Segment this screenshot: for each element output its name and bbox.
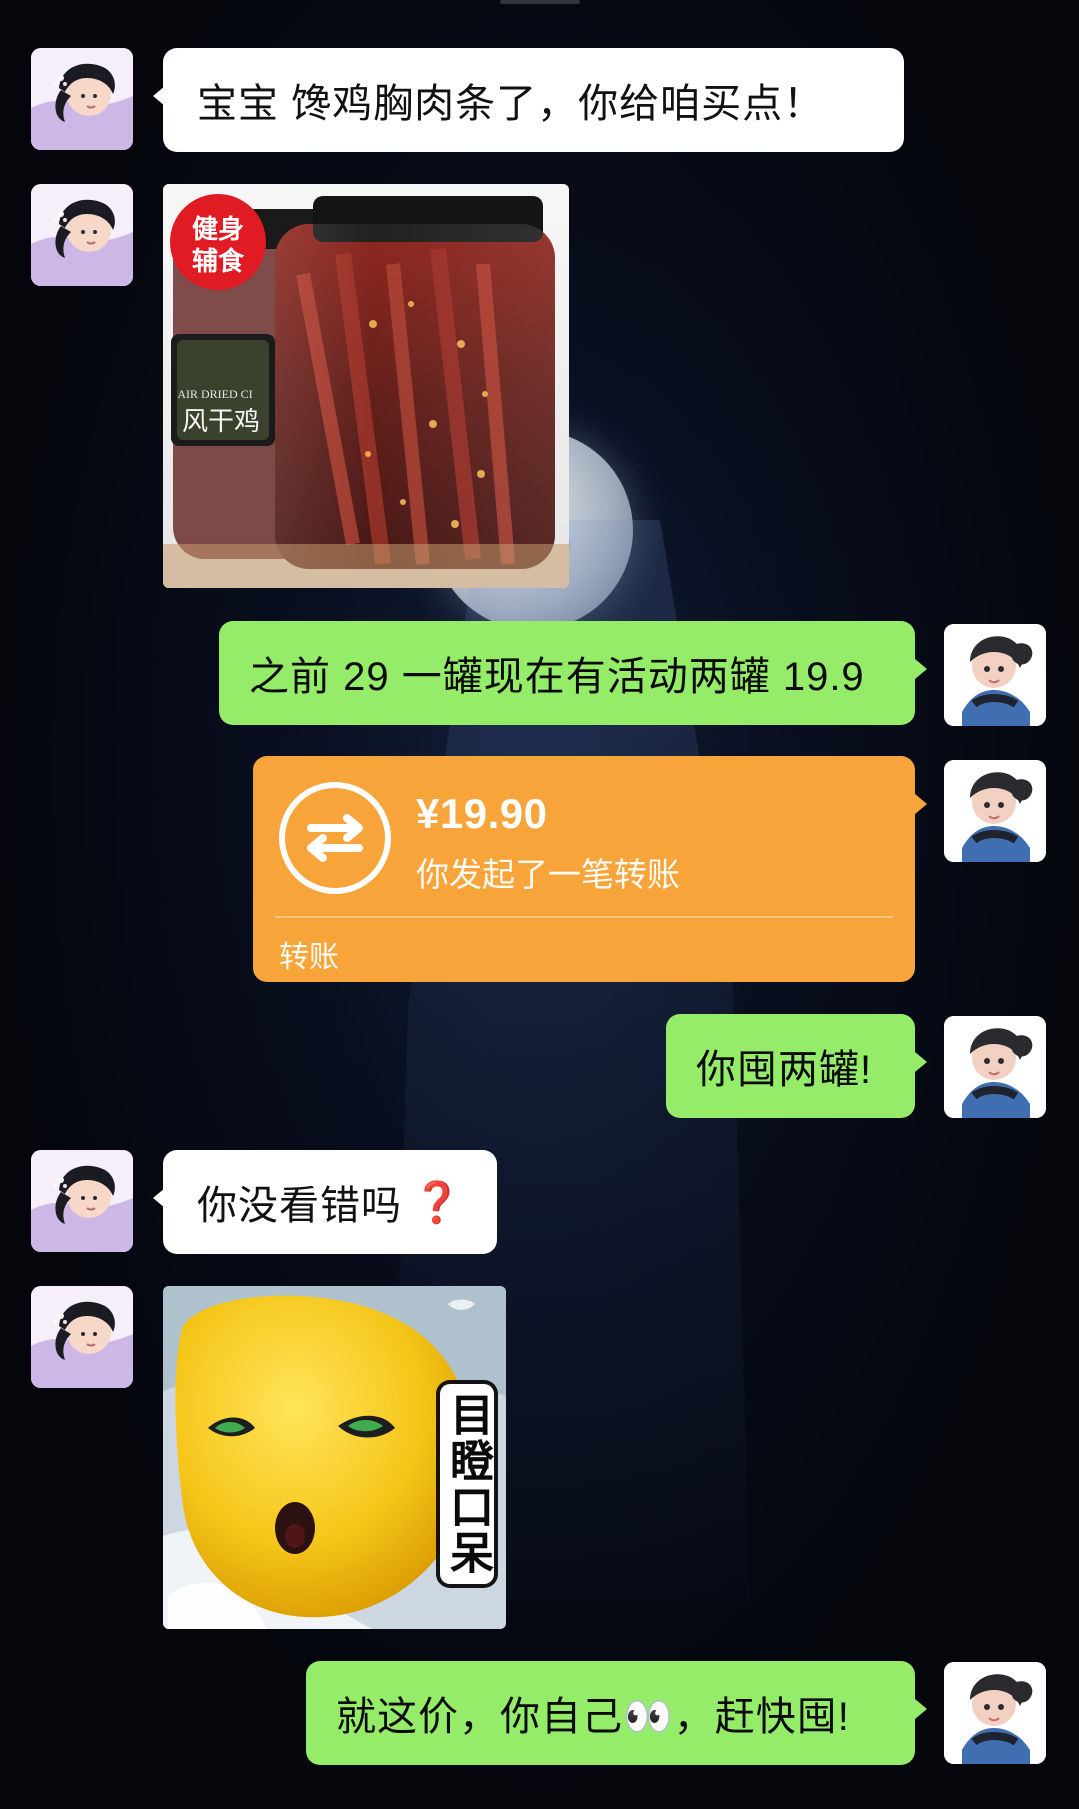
- label-english: AIR DRIED CI: [177, 387, 252, 401]
- top-scroll-indicator: [500, 0, 580, 4]
- question-mark-emoji: ❓: [412, 1180, 463, 1225]
- avatar-illustration: [31, 48, 133, 150]
- transfer-arrows-icon: [279, 782, 391, 894]
- my-avatar[interactable]: [944, 1016, 1046, 1118]
- contact-avatar[interactable]: [31, 48, 133, 150]
- my-avatar[interactable]: [944, 1662, 1046, 1764]
- transfer-divider: [275, 916, 893, 918]
- outgoing-message-1[interactable]: 之前 29 一罐现在有活动两罐 19.9: [219, 621, 927, 725]
- label-chinese: 风干鸡: [182, 407, 260, 436]
- avatar-illustration: [31, 1150, 133, 1252]
- my-avatar[interactable]: [944, 760, 1046, 862]
- outgoing-message-1-text: 之前 29 一罐现在有活动两罐 19.9: [249, 655, 865, 699]
- avatar-illustration: [31, 1286, 133, 1388]
- transfer-arrows-glyph: [307, 814, 363, 862]
- badge-line-1: 健身: [192, 214, 244, 244]
- my-avatar-illustration: [944, 1662, 1046, 1764]
- incoming-message-2-text: 你没看错吗: [197, 1184, 402, 1228]
- outgoing-message-3-text: 就这价，你自己👀，赶快囤!: [336, 1695, 850, 1739]
- transfer-amount: ¥19.90: [416, 790, 548, 837]
- badge-line-2: 辅食: [192, 246, 245, 276]
- sticker-caption-text: 目瞪口呆: [443, 1392, 492, 1576]
- contact-avatar[interactable]: [31, 1286, 133, 1388]
- transfer-card[interactable]: ¥19.90 你发起了一笔转账 转账: [253, 756, 927, 982]
- transfer-subtitle: 你发起了一笔转账: [416, 856, 680, 893]
- product-image[interactable]: 健身 辅食 AIR DRIED CI 风干鸡: [163, 184, 569, 588]
- my-avatar-illustration: [944, 624, 1046, 726]
- transfer-label: 转账: [279, 941, 339, 974]
- my-avatar-illustration: [944, 1016, 1046, 1118]
- sticker-caption: 目瞪口呆: [440, 1384, 494, 1584]
- my-avatar[interactable]: [944, 624, 1046, 726]
- outgoing-message-2-text: 你囤两罐!: [696, 1048, 873, 1092]
- outgoing-message-3[interactable]: 就这价，你自己👀，赶快囤!: [306, 1661, 927, 1765]
- avatar-illustration: [31, 184, 133, 286]
- contact-avatar[interactable]: [31, 184, 133, 286]
- my-avatar-illustration: [944, 760, 1046, 862]
- outgoing-message-2[interactable]: 你囤两罐!: [666, 1014, 927, 1118]
- contact-avatar[interactable]: [31, 1150, 133, 1252]
- incoming-message-1[interactable]: 宝宝 馋鸡胸肉条了，你给咱买点！: [153, 48, 904, 152]
- incoming-message-1-text: 宝宝 馋鸡胸肉条了，你给咱买点！: [197, 82, 825, 126]
- incoming-message-2[interactable]: 你没看错吗 ❓: [153, 1150, 497, 1254]
- jerky-jars-image: 健身 辅食 AIR DRIED CI 风干鸡: [163, 184, 569, 588]
